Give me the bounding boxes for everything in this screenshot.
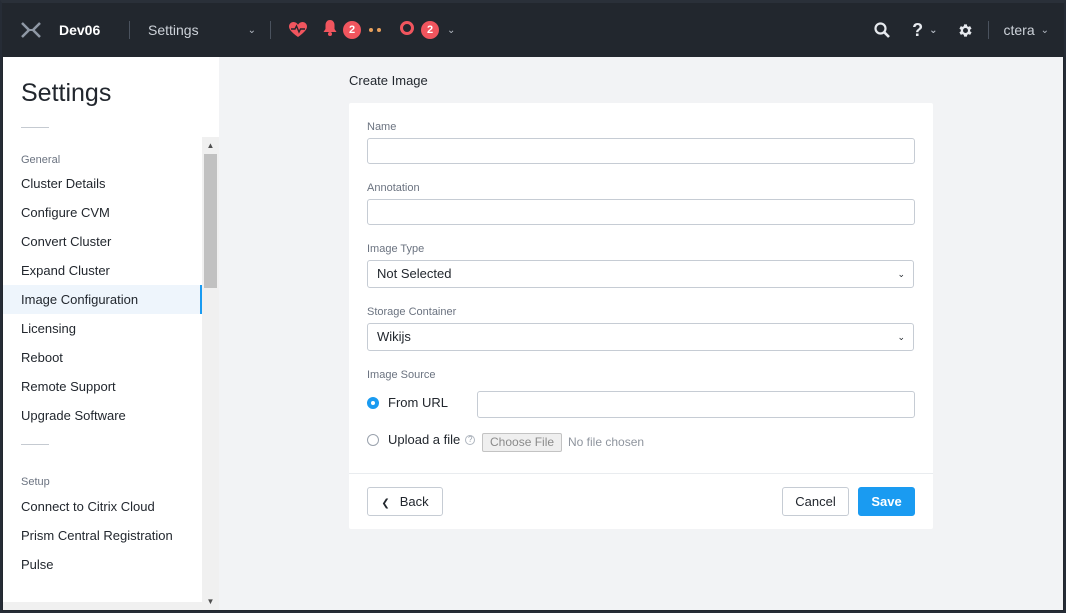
sidebar-scrollbar[interactable]: ▲ ▼: [202, 137, 219, 610]
chevron-down-icon: ⌄: [247, 24, 256, 36]
from-url-option[interactable]: From URL: [367, 395, 448, 410]
cluster-name[interactable]: Dev06: [59, 22, 129, 38]
back-button-label: Back: [399, 494, 429, 509]
chevron-down-icon: ⌄: [447, 24, 456, 36]
image-type-select[interactable]: Not Selected ⌄: [367, 260, 914, 288]
sidebar-item-expand-cluster[interactable]: Expand Cluster: [3, 256, 202, 285]
scroll-down-arrow-icon[interactable]: ▼: [202, 593, 219, 610]
top-right-controls: ? ⌄ ctera ⌄: [874, 3, 1063, 57]
sidebar-item-licensing[interactable]: Licensing: [3, 314, 202, 343]
image-type-value: Not Selected: [377, 266, 452, 281]
sidebar-item-image-configuration[interactable]: Image Configuration: [3, 285, 202, 314]
sidebar-item-upgrade-software[interactable]: Upgrade Software: [3, 401, 202, 430]
search-icon[interactable]: [874, 22, 891, 38]
sidebar-item-convert-cluster[interactable]: Convert Cluster: [3, 227, 202, 256]
image-type-label: Image Type: [367, 243, 425, 255]
top-navigation-bar: Dev06 Settings ⌄ 2 2 ⌄ ? ⌄ ctera ⌄: [3, 3, 1063, 57]
main-menu-label: Settings: [148, 22, 199, 38]
tasks-ring-icon: [399, 20, 415, 41]
divider: [988, 21, 990, 39]
name-input[interactable]: [367, 138, 915, 164]
main-content: Create Image Name Annotation Image Type …: [219, 57, 1063, 610]
divider: [270, 21, 271, 39]
sidebar-item-pulse[interactable]: Pulse: [3, 550, 202, 579]
help-circle-icon[interactable]: ?: [465, 434, 476, 445]
sidebar-item-configure-cvm[interactable]: Configure CVM: [3, 198, 202, 227]
tasks-count-badge: 2: [421, 21, 439, 39]
from-url-label: From URL: [388, 395, 448, 410]
chevron-down-icon: ⌄: [897, 269, 905, 279]
gear-icon[interactable]: [957, 22, 974, 39]
user-name: ctera: [1003, 22, 1035, 38]
create-image-form: Name Annotation Image Type Not Selected …: [349, 103, 933, 529]
more-dots-icon: [369, 28, 381, 32]
sidebar-item-remote-support[interactable]: Remote Support: [3, 372, 202, 401]
sidebar-group-label: General: [21, 154, 61, 166]
settings-sidebar: Settings General Cluster Details Configu…: [3, 57, 219, 610]
scroll-up-arrow-icon[interactable]: ▲: [202, 137, 219, 154]
help-icon: ?: [912, 19, 924, 40]
horizontal-scrollbar[interactable]: [3, 602, 202, 610]
alerts-menu[interactable]: 2: [323, 19, 381, 41]
group-spacer: [3, 430, 202, 458]
save-button[interactable]: Save: [858, 487, 915, 516]
bell-icon: [323, 19, 337, 41]
annotation-label: Annotation: [367, 182, 420, 194]
back-button[interactable]: ❮ Back: [367, 487, 443, 516]
chevron-left-icon: ❮: [381, 498, 390, 509]
health-heart-icon[interactable]: [289, 22, 307, 38]
main-menu-dropdown[interactable]: Settings ⌄: [130, 22, 270, 38]
annotation-input[interactable]: [367, 199, 915, 225]
sidebar-item-reboot[interactable]: Reboot: [3, 343, 202, 372]
url-input[interactable]: [477, 391, 915, 418]
sidebar-group-label: Setup: [21, 476, 50, 488]
prism-logo-icon[interactable]: [11, 21, 51, 39]
storage-container-value: Wikijs: [377, 329, 411, 344]
chevron-down-icon: ⌄: [1040, 24, 1049, 36]
help-menu[interactable]: ? ⌄: [912, 20, 937, 41]
alerts-count-badge: 2: [343, 21, 361, 39]
upload-file-option[interactable]: Upload a file ?: [367, 432, 476, 447]
choose-file-button[interactable]: Choose File: [482, 433, 563, 452]
tasks-menu[interactable]: 2 ⌄: [399, 20, 455, 41]
from-url-radio[interactable]: [367, 396, 379, 409]
chevron-down-icon: ⌄: [897, 332, 905, 342]
sidebar-title: Settings: [21, 79, 112, 107]
upload-file-label: Upload a file: [388, 432, 461, 447]
sidebar-item-connect-citrix-cloud[interactable]: Connect to Citrix Cloud: [3, 492, 202, 521]
user-menu[interactable]: ctera ⌄: [1003, 22, 1063, 38]
upload-file-radio[interactable]: [367, 433, 379, 446]
image-source-label: Image Source: [367, 369, 436, 381]
divider: [21, 444, 49, 445]
storage-container-label: Storage Container: [367, 306, 457, 318]
name-label: Name: [367, 121, 397, 133]
cancel-button[interactable]: Cancel: [782, 487, 849, 516]
footer-divider: [349, 473, 933, 474]
divider: [21, 127, 49, 128]
scrollbar-thumb[interactable]: [204, 154, 217, 288]
file-status-text: No file chosen: [568, 435, 645, 449]
page-title: Create Image: [349, 73, 428, 88]
sidebar-list: General Cluster Details Configure CVM Co…: [3, 145, 202, 579]
chevron-down-icon: ⌄: [929, 24, 938, 36]
sidebar-item-cluster-details[interactable]: Cluster Details: [3, 169, 202, 198]
sidebar-item-prism-central-registration[interactable]: Prism Central Registration: [3, 521, 202, 550]
storage-container-select[interactable]: Wikijs ⌄: [367, 323, 914, 351]
